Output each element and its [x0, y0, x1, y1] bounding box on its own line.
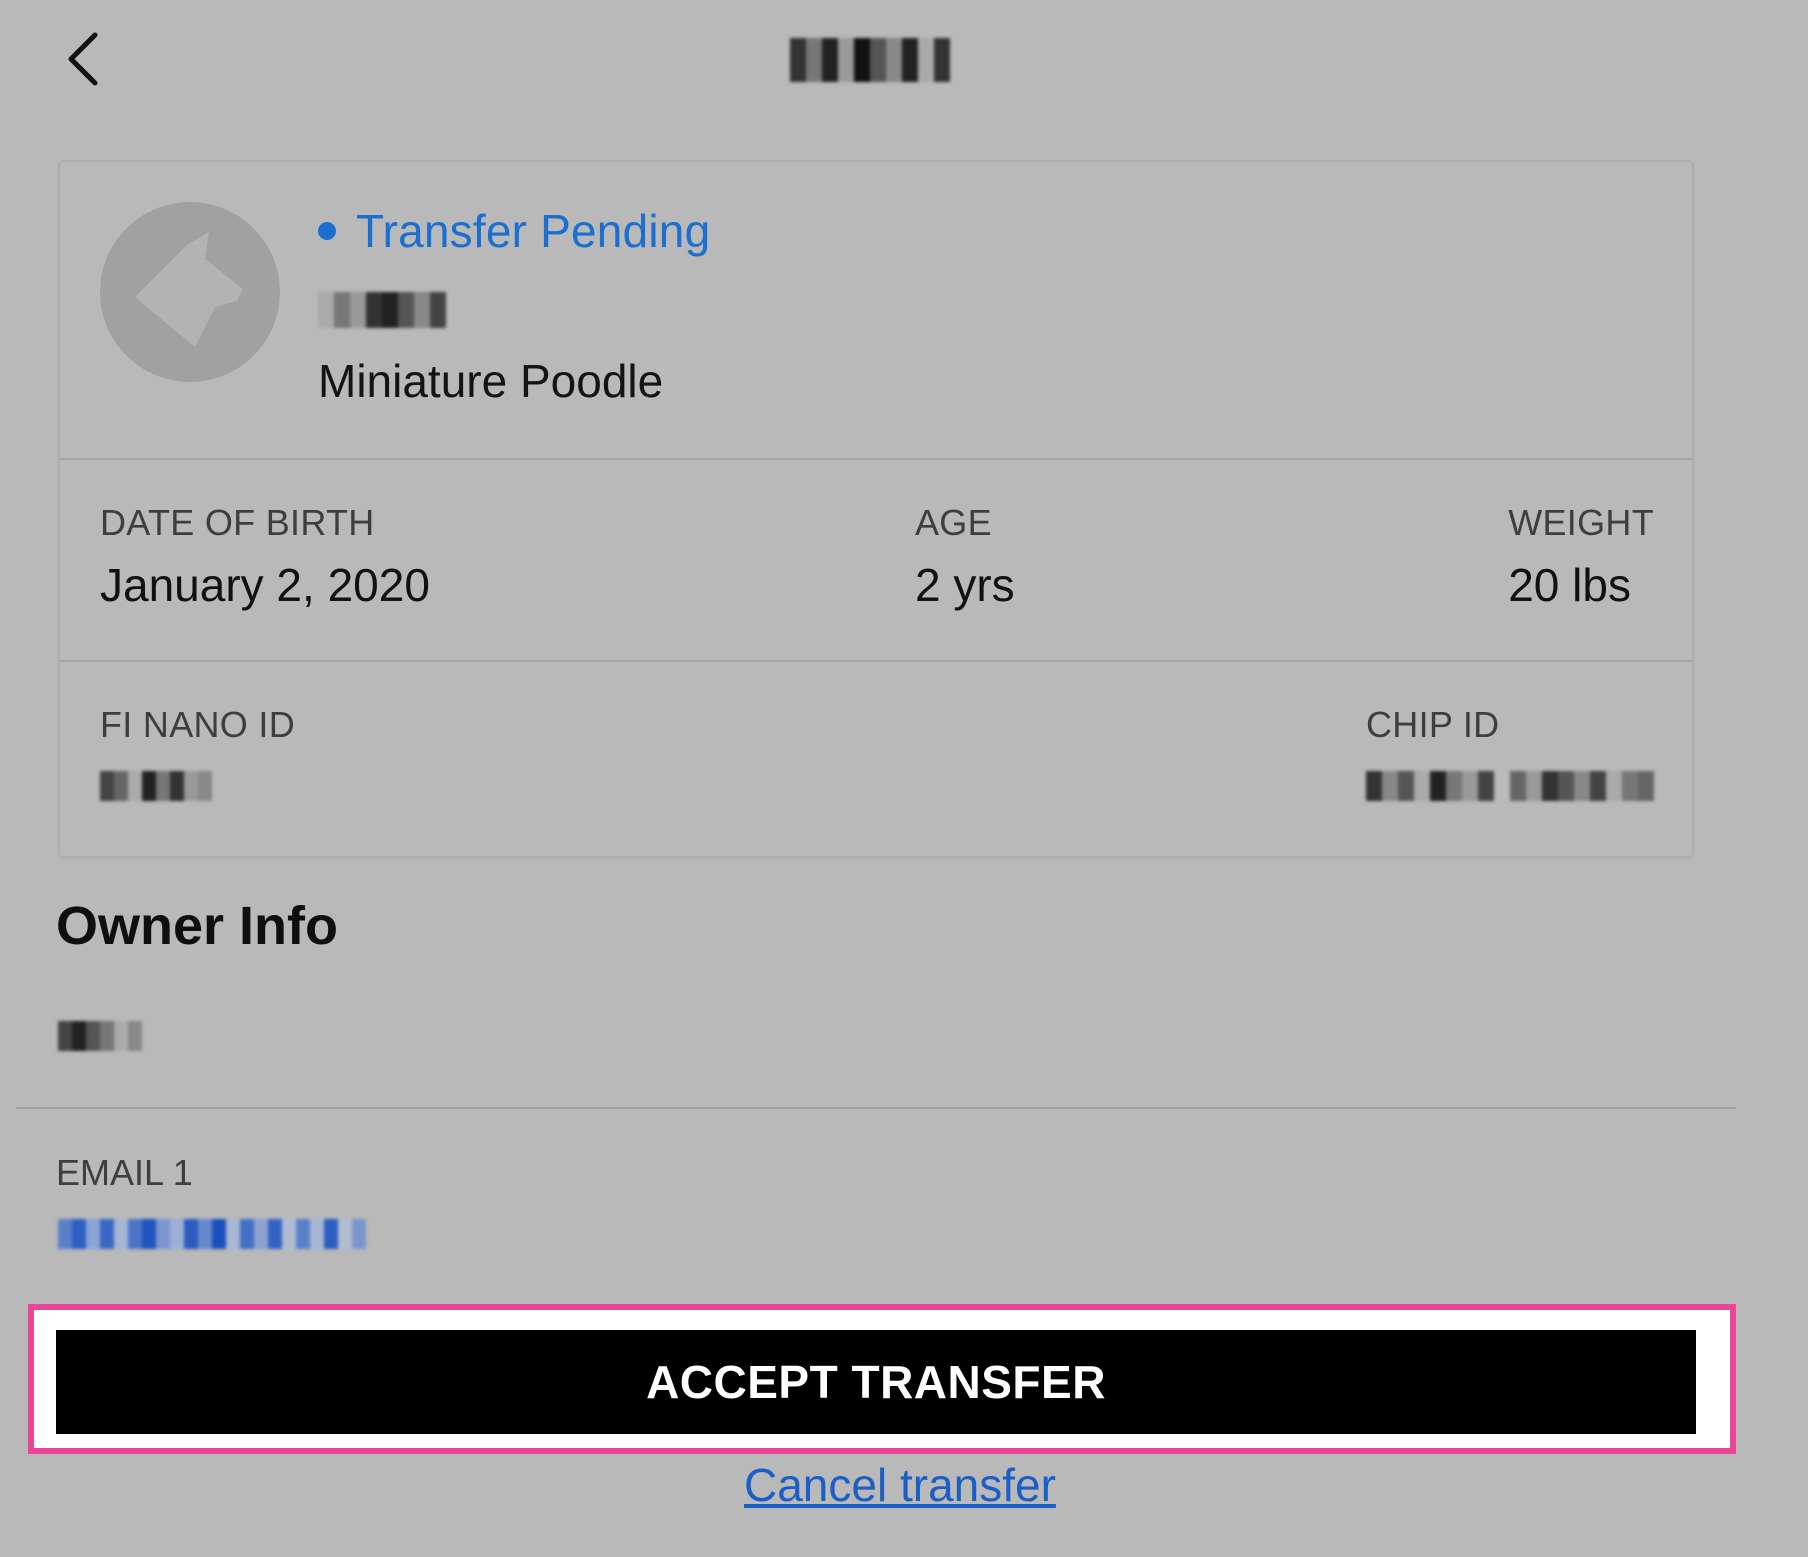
owner-name-masked — [58, 1016, 142, 1056]
pet-summary: Transfer Pending Miniature Poodle — [60, 162, 1692, 460]
status-dot — [318, 222, 336, 240]
masked-text — [58, 1219, 366, 1249]
age-stat: AGE 2 yrs — [915, 502, 1015, 612]
dob-label: DATE OF BIRTH — [100, 502, 375, 543]
accept-transfer-button[interactable]: ACCEPT TRANSFER — [56, 1330, 1696, 1434]
weight-stat: WEIGHT 20 lbs — [1508, 502, 1654, 612]
transfer-status: Transfer Pending — [318, 204, 710, 258]
status-text: Transfer Pending — [356, 205, 711, 257]
cancel-transfer-link[interactable]: Cancel transfer — [744, 1458, 1056, 1512]
chip-id: CHIP ID — [1366, 704, 1654, 806]
section-divider — [16, 1107, 1736, 1109]
masked-text — [58, 1021, 142, 1051]
masked-text — [790, 38, 950, 82]
dob-stat: DATE OF BIRTH January 2, 2020 — [100, 502, 430, 612]
pet-avatar — [100, 202, 280, 382]
weight-label: WEIGHT — [1508, 502, 1654, 543]
nano-id-label: FI NANO ID — [100, 704, 296, 745]
dob-value: January 2, 2020 — [100, 559, 430, 611]
chip-id-label: CHIP ID — [1366, 704, 1500, 745]
pet-stats: DATE OF BIRTH January 2, 2020 AGE 2 yrs … — [60, 460, 1692, 662]
masked-text — [1366, 771, 1654, 801]
chevron-left-icon — [68, 32, 98, 86]
chip-id-masked — [1366, 766, 1654, 806]
back-button[interactable] — [48, 24, 118, 94]
weight-value: 20 lbs — [1508, 559, 1631, 611]
age-value: 2 yrs — [915, 559, 1015, 611]
email-value-masked[interactable] — [58, 1212, 366, 1256]
nano-id: FI NANO ID — [100, 704, 295, 806]
owner-info-heading: Owner Info — [56, 896, 338, 956]
page-title-masked — [790, 30, 950, 90]
email-label: EMAIL 1 — [56, 1152, 193, 1193]
dog-icon — [135, 232, 243, 347]
accept-transfer-highlight: ACCEPT TRANSFER — [28, 1304, 1736, 1454]
masked-text — [318, 292, 446, 328]
pet-breed: Miniature Poodle — [318, 355, 664, 407]
pet-transfer-screen: Transfer Pending Miniature Poodle DATE O… — [0, 0, 1808, 1557]
pet-ids: FI NANO ID CHIP ID — [60, 662, 1692, 858]
masked-text — [100, 771, 212, 801]
pet-card: Transfer Pending Miniature Poodle DATE O… — [58, 160, 1694, 858]
pet-name-masked — [318, 286, 446, 334]
nano-id-masked — [100, 766, 295, 806]
age-label: AGE — [915, 502, 992, 543]
